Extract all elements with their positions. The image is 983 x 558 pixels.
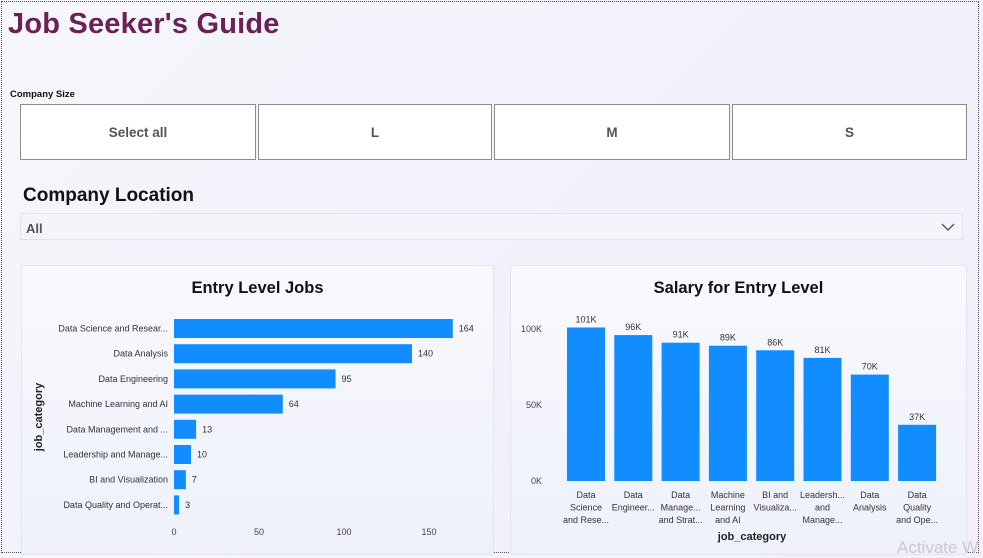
bar	[174, 344, 412, 364]
bar	[174, 445, 191, 464]
entry-level-jobs-card[interactable]: Entry Level Jobs Data Science and Resear…	[21, 265, 494, 555]
bar	[174, 419, 197, 439]
salary-entry-level-chart: 0K 50K 100K 101K Data Science and Rese... 96K Da…	[521, 314, 938, 543]
bar	[174, 394, 283, 414]
data-label: 101K	[575, 314, 596, 324]
category-label: Data	[908, 490, 927, 500]
category-label: Engineer...	[612, 503, 655, 513]
x-tick-label: 150	[421, 527, 436, 537]
category-label: and Strat...	[659, 515, 703, 525]
category-label: Data Quality and Operat...	[63, 500, 168, 510]
data-label: 70K	[862, 362, 878, 372]
category-label: and	[815, 503, 830, 513]
y-axis-label: job_category	[33, 382, 45, 452]
data-label: 81K	[814, 345, 830, 355]
data-label: 86K	[767, 337, 783, 347]
data-label: 37K	[909, 412, 925, 422]
company-location-dropdown[interactable]: All	[20, 213, 963, 240]
category-label: BI and	[762, 490, 788, 500]
bar	[661, 342, 700, 481]
y-tick-label: 50K	[526, 400, 542, 410]
bar	[174, 369, 336, 389]
category-label: Machine	[711, 490, 745, 500]
company-size-m-button[interactable]: M	[494, 104, 730, 160]
chevron-down-icon	[941, 223, 955, 231]
category-label: BI and Visualization	[89, 475, 168, 485]
bar	[850, 374, 889, 481]
category-label: Leadership and Manage...	[63, 450, 168, 460]
company-size-l-button[interactable]: L	[258, 104, 492, 160]
category-label: and Rese...	[563, 515, 609, 525]
category-label: Data	[671, 490, 690, 500]
x-axis-label: job_category	[717, 531, 787, 543]
x-tick-label: 50	[254, 527, 264, 537]
company-size-label: Company Size	[10, 89, 75, 100]
company-location-value: All	[26, 221, 43, 236]
x-tick-label: 0	[171, 527, 176, 537]
category-label: Data	[576, 490, 595, 500]
data-label: 89K	[720, 333, 736, 343]
category-label: Leadersh...	[800, 490, 845, 500]
data-label: 96K	[625, 322, 641, 332]
bar	[756, 350, 795, 481]
bar	[803, 357, 842, 481]
bar	[174, 495, 180, 515]
company-size-s-button[interactable]: S	[732, 104, 967, 160]
data-label: 10	[197, 450, 207, 460]
category-label: Data	[860, 490, 879, 500]
bar	[567, 327, 605, 481]
data-label: 7	[192, 475, 197, 485]
activate-windows-watermark: Activate W	[897, 538, 979, 557]
category-label: Manage...	[661, 503, 701, 513]
category-label: and Ope...	[896, 515, 938, 525]
entry-level-jobs-chart: Data Science and Resear... 164 Data Analys…	[33, 319, 474, 537]
category-label: Data Engineering	[98, 374, 168, 384]
category-label: Quality	[903, 503, 932, 513]
data-label: 3	[185, 500, 190, 510]
bar	[898, 424, 937, 481]
bar	[174, 319, 453, 338]
data-label: 95	[342, 374, 352, 384]
y-tick-label: 0K	[531, 476, 542, 486]
data-label: 91K	[673, 330, 689, 340]
category-label: Data	[624, 490, 643, 500]
category-label: Data Management and ...	[66, 424, 168, 434]
category-label: Machine Learning and AI	[68, 399, 168, 409]
bar	[614, 335, 653, 481]
category-label: and AI	[715, 515, 741, 525]
category-label: Science	[570, 503, 602, 513]
category-label: Data Analysis	[113, 349, 168, 359]
salary-entry-level-card[interactable]: Salary for Entry Level 0K 50K 100K 101K Data…	[510, 265, 967, 555]
category-label: Manage...	[802, 515, 842, 525]
category-label: Data Science and Resear...	[58, 324, 168, 334]
data-label: 140	[418, 349, 433, 359]
y-tick-label: 100K	[521, 324, 542, 334]
company-location-label: Company Location	[23, 185, 195, 206]
data-label: 13	[202, 424, 212, 434]
category-label: Learning	[710, 503, 745, 513]
bar	[708, 345, 747, 481]
x-tick-label: 100	[336, 527, 351, 537]
page-title: Job Seeker's Guide	[8, 8, 280, 40]
bar	[174, 470, 186, 490]
category-label: Analysis	[853, 503, 887, 513]
data-label: 164	[459, 324, 474, 334]
company-size-select-all-button[interactable]: Select all	[20, 104, 256, 160]
category-label: Visualiza...	[754, 503, 797, 513]
data-label: 64	[289, 399, 299, 409]
